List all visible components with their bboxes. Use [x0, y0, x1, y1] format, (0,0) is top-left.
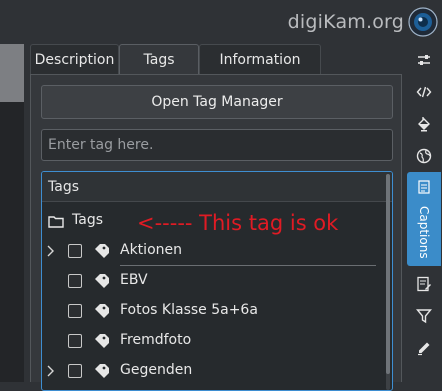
tag-label: Gegenden — [120, 362, 193, 378]
captions-tab[interactable]: Captions — [407, 172, 441, 266]
chevron-right-icon[interactable] — [46, 245, 56, 257]
annotation-text: <----- This tag is ok — [137, 211, 339, 235]
tags-panel: Open Tag Manager Enter tag here. Tags Ta… — [30, 74, 402, 391]
folder-icon — [48, 216, 64, 228]
metadata-button[interactable] — [406, 76, 442, 108]
tag-icon — [95, 274, 109, 288]
digikam-logo-icon — [408, 7, 438, 37]
tag-icon — [95, 304, 109, 318]
geolocation-button[interactable] — [406, 140, 442, 172]
tag-icon — [95, 334, 109, 348]
versions-button[interactable] — [406, 268, 442, 300]
tag-icon — [95, 244, 109, 258]
tree-root-label: Tags — [72, 212, 103, 228]
right-sidebar: Captions — [406, 44, 442, 382]
tag-checkbox[interactable] — [68, 304, 82, 318]
tree-row-fremdfoto[interactable]: Fremdfoto — [42, 326, 382, 356]
tag-icon — [95, 364, 109, 378]
open-tag-manager-button[interactable]: Open Tag Manager — [41, 85, 393, 119]
tag-checkbox[interactable] — [68, 364, 82, 378]
code-icon — [416, 86, 432, 98]
tag-input[interactable]: Enter tag here. — [41, 129, 393, 161]
tag-checkbox[interactable] — [68, 334, 82, 348]
colors-button[interactable] — [406, 108, 442, 140]
image-canvas — [0, 102, 24, 382]
tag-label: Fotos Klasse 5a+6a — [120, 302, 258, 318]
scrollbar-thumb[interactable] — [386, 174, 390, 374]
tree-row-ebv[interactable]: EBV — [42, 266, 382, 296]
tag-tree[interactable]: Tags Tags <----- This tag is ok Aktionen… — [41, 171, 393, 391]
paint-bucket-icon — [418, 117, 430, 132]
tree-scrollbar[interactable] — [386, 174, 390, 390]
tree-root-row[interactable]: Tags <----- This tag is ok — [42, 206, 382, 236]
document-edit-icon — [417, 276, 431, 292]
tab-information[interactable]: Information — [199, 44, 321, 74]
top-bar: digiKam.org — [0, 0, 442, 44]
tab-description[interactable]: Description — [30, 44, 119, 74]
tools-button[interactable] — [406, 332, 442, 364]
pencil-icon — [418, 342, 430, 356]
tree-row-aktionen[interactable]: Aktionen — [42, 236, 382, 266]
tag-checkbox[interactable] — [68, 274, 82, 288]
captions-label: Captions — [417, 205, 431, 259]
captions-icon — [418, 180, 430, 194]
tab-tags[interactable]: Tags — [119, 44, 199, 75]
adjust-icon — [418, 55, 430, 65]
brand-text: digiKam.org — [287, 11, 404, 33]
filters-button[interactable] — [406, 300, 442, 332]
tree-header: Tags — [42, 172, 392, 202]
tag-label: Fremdfoto — [120, 332, 192, 348]
tree-row-fotos-klasse[interactable]: Fotos Klasse 5a+6a — [42, 296, 382, 326]
chevron-right-icon[interactable] — [46, 365, 56, 377]
adjust-button[interactable] — [406, 44, 442, 76]
globe-icon — [416, 148, 432, 164]
tag-checkbox[interactable] — [68, 244, 82, 258]
image-preview-area — [0, 44, 24, 102]
tag-label: Aktionen — [120, 242, 182, 258]
tag-label: EBV — [120, 272, 148, 288]
filter-icon — [416, 309, 432, 324]
